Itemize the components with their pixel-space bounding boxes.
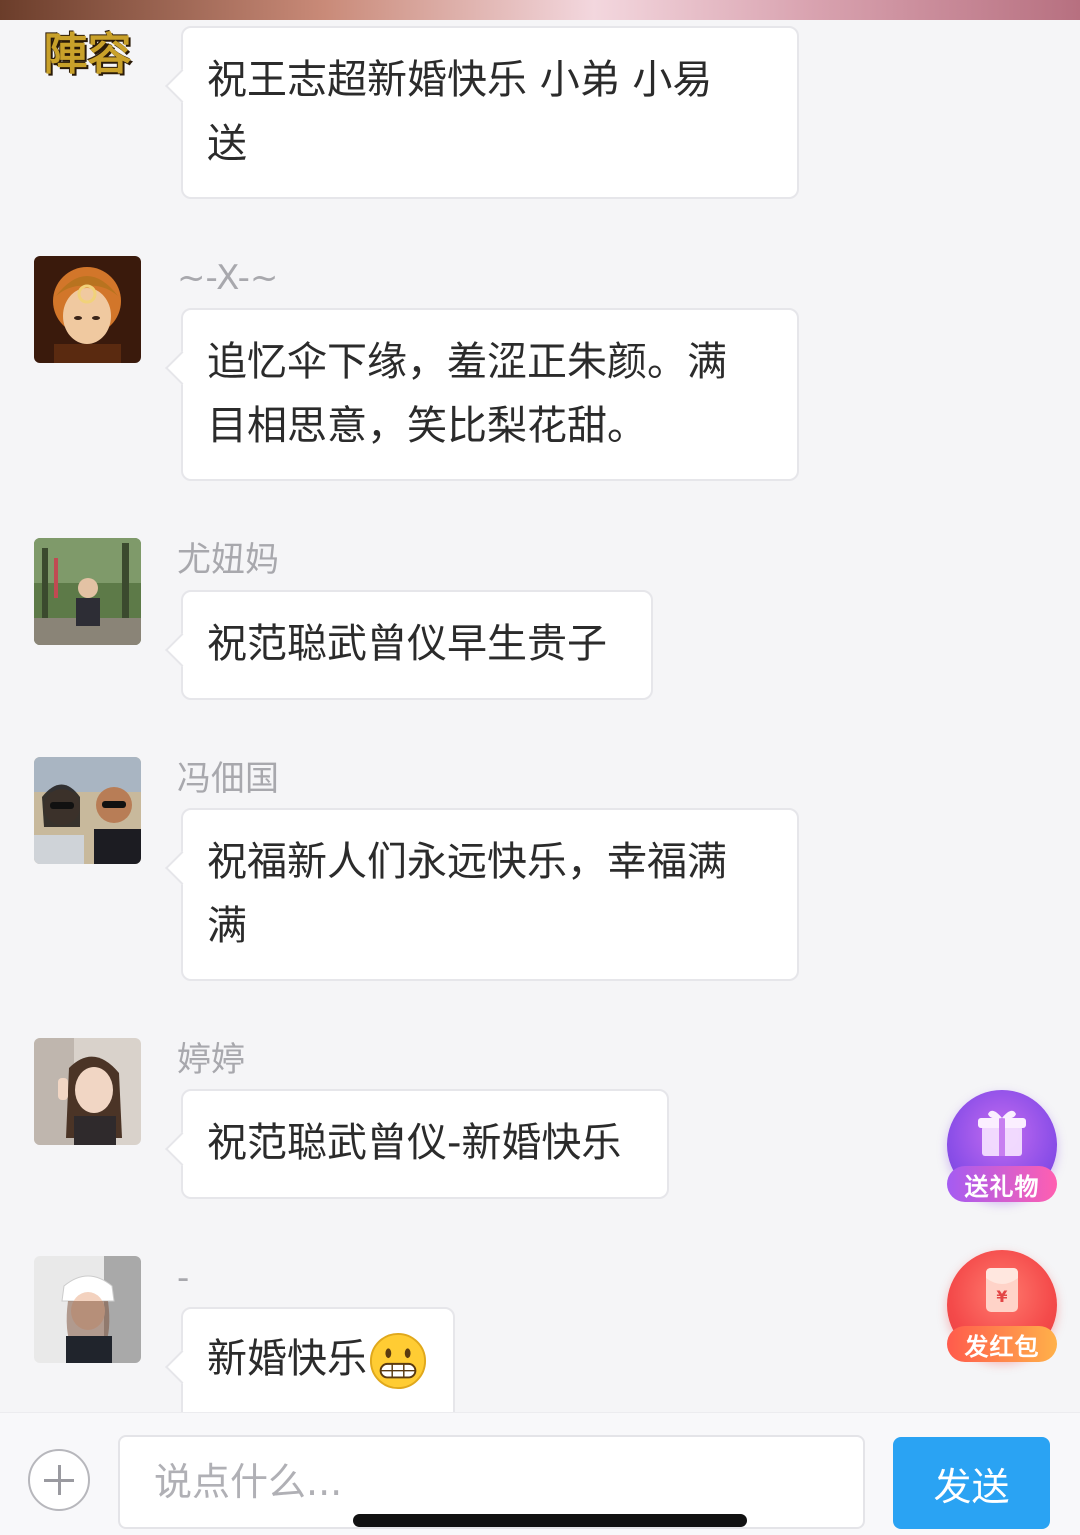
avatar[interactable] — [34, 256, 141, 363]
gift-icon — [978, 1110, 1026, 1156]
add-attachment-button[interactable] — [28, 1449, 90, 1511]
sender-name: ~-X-~ — [177, 258, 279, 298]
avatar[interactable] — [34, 757, 141, 864]
message-text-line: 新婚快乐 — [207, 1336, 367, 1382]
message-bubble[interactable]: 追忆伞下缘，羞涩正朱颜。满 目相思意，笑比梨花甜。 — [181, 308, 799, 481]
top-banner-image — [0, 0, 1080, 20]
avatar-photo — [34, 757, 141, 864]
avatar-illustration — [34, 256, 141, 363]
sender-name: - — [177, 1258, 190, 1298]
sender-name: 尤妞妈 — [177, 540, 279, 580]
send-gift-button[interactable]: 送礼物 — [947, 1090, 1057, 1202]
message-bubble[interactable]: 祝王志超新婚快乐 小弟 小易 送 — [181, 26, 799, 199]
avatar[interactable] — [34, 1038, 141, 1145]
message-text-line: 祝范聪武曾仪早生贵子 — [207, 621, 607, 667]
avatar[interactable] — [34, 538, 141, 645]
sender-name: 冯佃国 — [177, 759, 279, 799]
message-bubble[interactable]: 新婚快乐 — [181, 1307, 455, 1412]
avatar-photo — [34, 1256, 141, 1363]
home-indicator — [353, 1514, 747, 1527]
avatar-photo — [34, 1038, 141, 1145]
red-packet-icon: ¥ — [986, 1268, 1018, 1312]
message-bubble[interactable]: 祝范聪武曾仪早生贵子 — [181, 590, 653, 700]
message-text-line: 祝范聪武曾仪-新婚快乐 — [207, 1120, 622, 1166]
logo-text: 陣容 — [43, 29, 132, 80]
send-button[interactable]: 发送 — [893, 1437, 1050, 1529]
send-red-packet-label: 发红包 — [947, 1326, 1057, 1362]
send-red-packet-button[interactable]: ¥ 发红包 — [947, 1250, 1057, 1362]
message-text-line: 祝福新人们永远快乐，幸福满 — [207, 839, 727, 885]
message-text-line: 祝王志超新婚快乐 小弟 小易 — [207, 57, 713, 103]
message-bubble[interactable]: 祝范聪武曾仪-新婚快乐 — [181, 1089, 669, 1199]
send-gift-label: 送礼物 — [947, 1166, 1057, 1202]
message-text-line: 追忆伞下缘，羞涩正朱颜。满 — [207, 339, 727, 385]
sender-name: 婷婷 — [177, 1040, 245, 1080]
grinning-face-emoji-icon — [369, 1332, 427, 1390]
avatar-logo[interactable]: 陣容 — [34, 20, 141, 80]
red-packet-symbol: ¥ — [996, 1287, 1007, 1306]
message-text-line: 满 — [207, 903, 247, 949]
message-text-line: 目相思意，笑比梨花甜。 — [207, 403, 647, 449]
avatar-photo — [34, 538, 141, 645]
avatar[interactable] — [34, 1256, 141, 1363]
chat-message-list[interactable]: 陣容 祝王志超新婚快乐 小弟 小易 送 ~-X-~ 追忆伞下缘，羞涩正朱颜。满 … — [0, 20, 1080, 1412]
message-bubble[interactable]: 祝福新人们永远快乐，幸福满 满 — [181, 808, 799, 981]
message-text-line: 送 — [207, 121, 247, 167]
